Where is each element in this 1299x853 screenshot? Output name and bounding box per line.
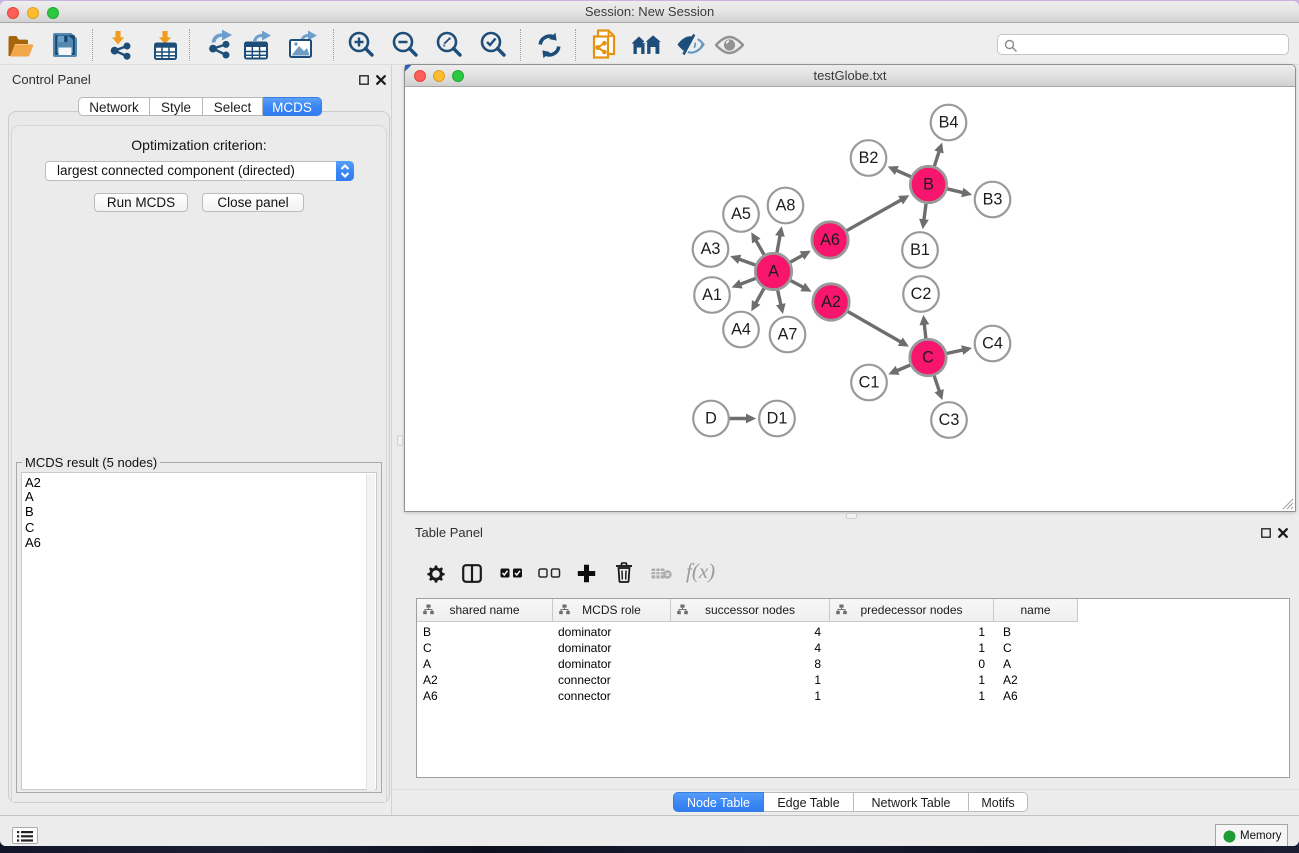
svg-text:A8: A8 <box>776 197 796 215</box>
svg-text:B2: B2 <box>859 149 879 167</box>
svg-text:D1: D1 <box>767 410 788 428</box>
svg-text:A5: A5 <box>731 205 751 223</box>
svg-text:A1: A1 <box>702 286 722 304</box>
svg-text:C4: C4 <box>982 335 1003 353</box>
svg-text:B1: B1 <box>910 241 930 259</box>
svg-text:C3: C3 <box>939 411 960 429</box>
svg-text:B: B <box>923 176 934 194</box>
svg-text:A2: A2 <box>821 293 841 311</box>
svg-text:C: C <box>922 349 934 367</box>
svg-text:A: A <box>768 263 779 281</box>
svg-text:D: D <box>705 410 717 428</box>
svg-text:C2: C2 <box>911 285 932 303</box>
svg-text:B4: B4 <box>939 114 959 132</box>
svg-text:A3: A3 <box>701 240 721 258</box>
svg-text:A4: A4 <box>731 321 751 339</box>
svg-text:C1: C1 <box>859 374 880 392</box>
svg-text:B3: B3 <box>983 191 1003 209</box>
svg-text:A7: A7 <box>778 326 798 344</box>
svg-text:A6: A6 <box>820 231 840 249</box>
